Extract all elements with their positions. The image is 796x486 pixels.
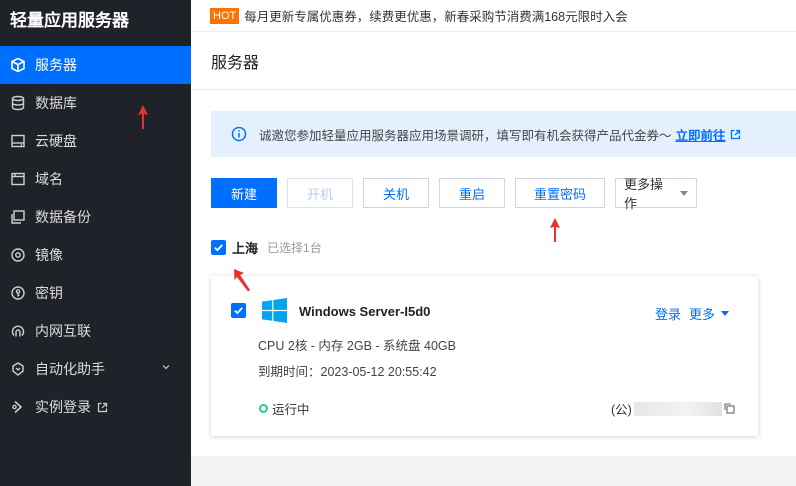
survey-link[interactable]: 立即前往 [676, 125, 726, 144]
promo-notice-text[interactable]: 每月更新专属优惠券，续费更优惠，新春采购节消费满168元限时入会 [244, 6, 627, 25]
cube-icon [10, 57, 26, 73]
copy-icon[interactable] [724, 403, 735, 414]
more-actions-label: 更多操作 [624, 177, 664, 211]
annotation-arrow-icon [234, 269, 250, 292]
region-filter: 上海 已选择1台 [211, 238, 322, 257]
login-link[interactable]: 登录 [655, 304, 681, 323]
more-dropdown[interactable]: 更多 [689, 304, 729, 323]
sidebar: 轻量应用服务器 服务器 数据库 云硬盘 域名 数据备份 镜像 密钥 内网互联 自… [0, 0, 191, 486]
sidebar-item-backup[interactable]: 数据备份 [0, 198, 191, 236]
sidebar-item-label: 自动化助手 [35, 361, 105, 377]
sidebar-item-label: 数据备份 [35, 209, 91, 225]
reset-password-button[interactable]: 重置密码 [515, 178, 605, 208]
check-icon [214, 244, 223, 252]
external-link-icon [97, 402, 108, 413]
domain-icon [10, 171, 26, 187]
running-status-icon [259, 404, 268, 413]
annotation-arrow-icon [550, 218, 560, 242]
caret-down-icon [680, 190, 688, 196]
promo-notice-bar[interactable]: HOT 每月更新专属优惠券，续费更优惠，新春采购节消费满168元限时入会 [191, 0, 796, 32]
sidebar-item-instance-login[interactable]: 实例登录 [0, 388, 191, 426]
sidebar-item-key[interactable]: 密钥 [0, 274, 191, 312]
sidebar-item-label: 实例登录 [35, 399, 91, 415]
page-title: 服务器 [211, 54, 260, 72]
disk-icon [10, 133, 26, 149]
region-name: 上海 [232, 241, 259, 256]
more-label: 更多 [688, 307, 715, 322]
content-panel: 诚邀您参加轻量应用服务器应用场景调研，填写即有机会获得产品代金券～ 立即前往 新… [191, 90, 796, 456]
info-icon [231, 126, 247, 142]
server-name[interactable]: Windows Server-I5d0 [299, 304, 430, 319]
sidebar-item-label: 云硬盘 [35, 133, 77, 149]
sidebar-item-label: 密钥 [35, 285, 63, 301]
login-icon [10, 399, 26, 415]
selected-count: 已选择1台 [267, 241, 322, 255]
server-checkbox[interactable] [231, 303, 246, 318]
key-icon [10, 285, 26, 301]
network-icon [10, 323, 26, 339]
survey-banner: 诚邀您参加轻量应用服务器应用场景调研，填写即有机会获得产品代金券～ 立即前往 [211, 111, 796, 157]
sidebar-item-network[interactable]: 内网互联 [0, 312, 191, 350]
sidebar-item-label: 域名 [35, 171, 63, 187]
action-toolbar: 新建 开机 关机 重启 重置密码 更多操作 [211, 177, 707, 211]
windows-logo-icon [262, 298, 287, 323]
automation-icon [10, 361, 26, 377]
start-button[interactable]: 开机 [287, 178, 353, 208]
sidebar-item-label: 数据库 [35, 95, 77, 111]
create-button[interactable]: 新建 [211, 178, 277, 208]
check-icon [234, 307, 243, 315]
image-icon [10, 247, 26, 263]
shutdown-button[interactable]: 关机 [363, 178, 429, 208]
status-indicator: 运行中 [259, 399, 310, 418]
sidebar-item-label: 内网互联 [35, 323, 91, 339]
sidebar-item-label: 镜像 [35, 247, 63, 263]
sidebar-item-server[interactable]: 服务器 [0, 46, 191, 84]
server-actions: 登录 更多 [655, 304, 729, 323]
region-checkbox[interactable] [211, 240, 226, 255]
brand-title: 轻量应用服务器 [10, 11, 129, 30]
backup-icon [10, 209, 26, 225]
redacted-ip [633, 401, 722, 416]
page-header: 服务器 [191, 32, 796, 90]
server-spec: CPU 2核 - 内存 2GB - 系统盘 40GB [258, 339, 456, 353]
chevron-down-icon[interactable] [161, 362, 171, 372]
sidebar-item-cloud-disk[interactable]: 云硬盘 [0, 122, 191, 160]
server-card[interactable]: Windows Server-I5d0 登录 更多 CPU 2核 - 内存 2G… [211, 276, 758, 436]
annotation-arrow-icon [138, 105, 148, 129]
expiry-time: 到期时间：2023-05-12 20:55:42 [258, 365, 437, 379]
sidebar-item-automation[interactable]: 自动化助手 [0, 350, 191, 388]
sidebar-item-label: 服务器 [35, 57, 77, 73]
ip-prefix: (公) [611, 403, 632, 417]
external-link-icon[interactable] [730, 129, 741, 140]
survey-banner-text: 诚邀您参加轻量应用服务器应用场景调研，填写即有机会获得产品代金券～ [259, 128, 672, 143]
status-text: 运行中 [272, 403, 310, 417]
sidebar-item-image[interactable]: 镜像 [0, 236, 191, 274]
sidebar-item-database[interactable]: 数据库 [0, 84, 191, 122]
hot-badge: HOT [210, 7, 240, 24]
sidebar-item-domain[interactable]: 域名 [0, 160, 191, 198]
main-area: HOT 每月更新专属优惠券，续费更优惠，新春采购节消费满168元限时入会 服务器… [191, 0, 796, 486]
more-actions-dropdown[interactable]: 更多操作 [615, 177, 697, 211]
restart-button[interactable]: 重启 [439, 178, 505, 208]
public-ip: (公) [611, 399, 735, 418]
caret-down-icon [721, 311, 729, 316]
database-icon [10, 95, 26, 111]
